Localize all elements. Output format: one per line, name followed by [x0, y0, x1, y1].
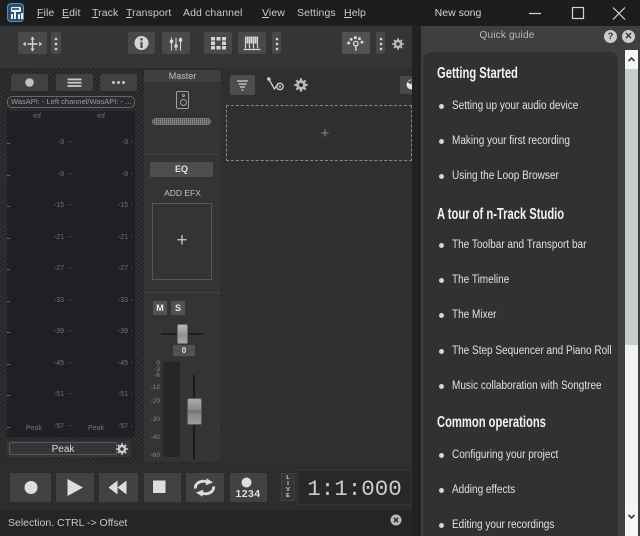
- svg-text:1234: 1234: [236, 488, 261, 500]
